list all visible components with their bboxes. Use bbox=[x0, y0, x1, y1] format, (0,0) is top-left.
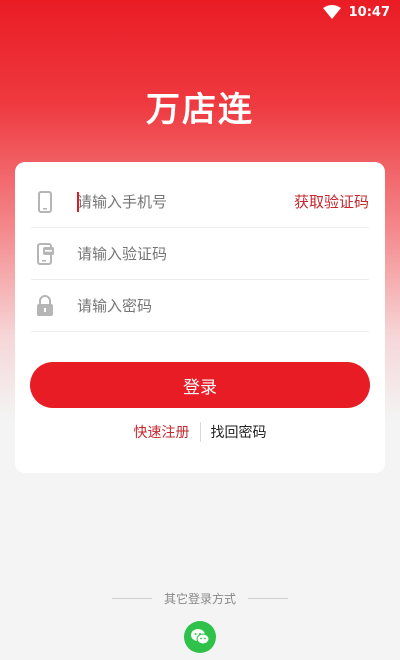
password-field-row bbox=[31, 280, 369, 332]
login-button[interactable]: 登录 bbox=[30, 362, 370, 408]
phone-field-row: 获取验证码 bbox=[31, 176, 369, 228]
wechat-login-button[interactable] bbox=[184, 621, 216, 653]
divider-line-left bbox=[111, 598, 152, 599]
wifi-icon bbox=[322, 5, 341, 19]
other-login-label: 其它登录方式 bbox=[163, 592, 236, 606]
code-input[interactable] bbox=[77, 244, 369, 263]
quick-register-link[interactable]: 快速注册 bbox=[134, 422, 201, 442]
app-title: 万店连 bbox=[146, 90, 254, 130]
lock-icon bbox=[37, 294, 53, 316]
forgot-password-link[interactable]: 找回密码 bbox=[201, 422, 267, 442]
auth-links: 快速注册 找回密码 bbox=[15, 422, 385, 442]
sms-code-icon bbox=[37, 242, 54, 265]
code-field-row bbox=[31, 228, 369, 280]
divider-line-right bbox=[248, 598, 288, 599]
login-card: 获取验证码 登录 快速注册 找回密码 bbox=[15, 162, 385, 473]
status-time: 10:47 bbox=[348, 4, 390, 20]
wechat-icon bbox=[191, 629, 210, 645]
status-bar: 10:47 bbox=[0, 0, 400, 24]
other-login-divider: 其它登录方式 bbox=[0, 590, 400, 607]
text-caret bbox=[77, 192, 79, 212]
get-code-button[interactable]: 获取验证码 bbox=[294, 191, 369, 212]
phone-input[interactable] bbox=[77, 192, 294, 211]
password-input[interactable] bbox=[77, 296, 369, 315]
phone-icon bbox=[38, 190, 52, 213]
